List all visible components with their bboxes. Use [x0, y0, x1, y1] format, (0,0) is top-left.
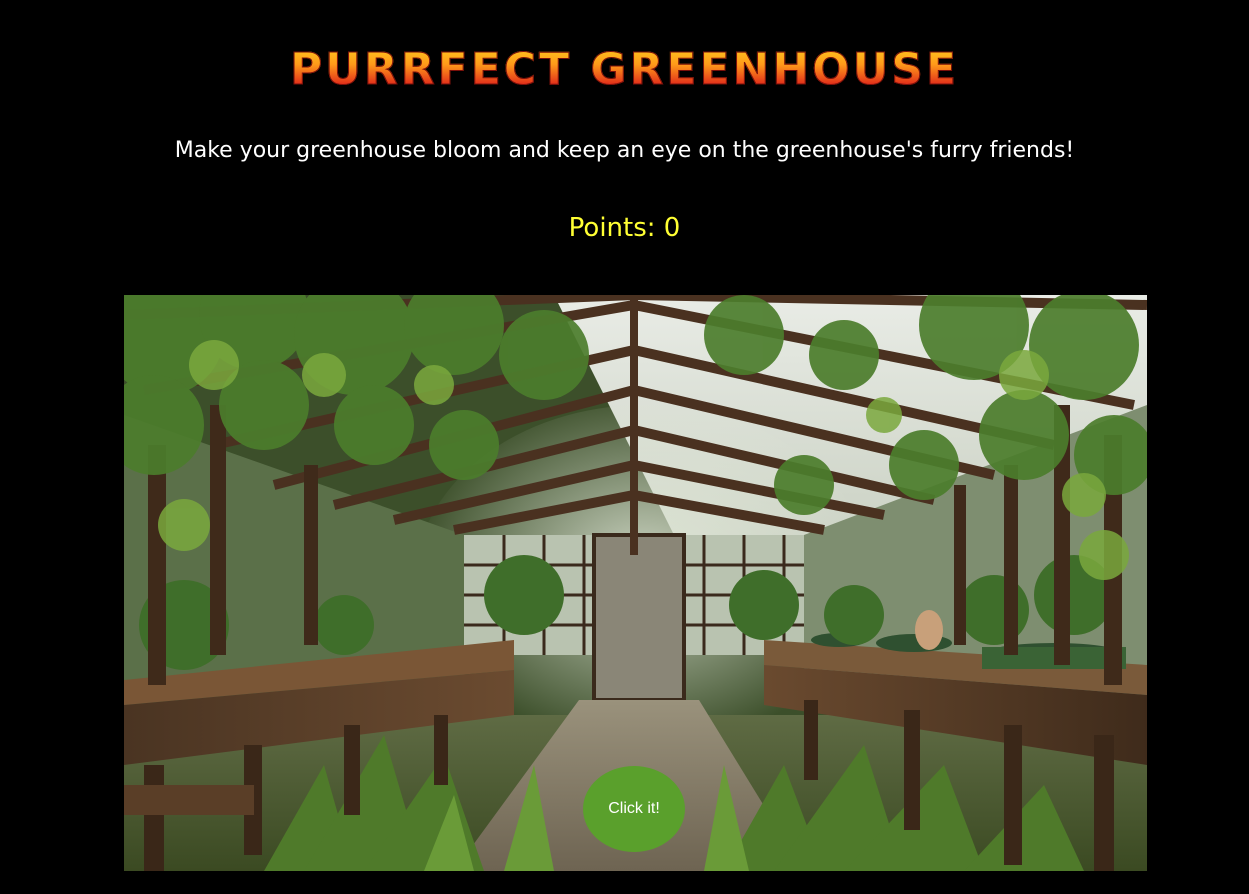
click-it-button[interactable]: Click it! [583, 766, 685, 852]
game-title: Purrfect Greenhouse [0, 42, 1249, 98]
game-subtitle: Make your greenhouse bloom and keep an e… [174, 138, 1075, 163]
points-counter: Points: 0 [568, 213, 681, 243]
